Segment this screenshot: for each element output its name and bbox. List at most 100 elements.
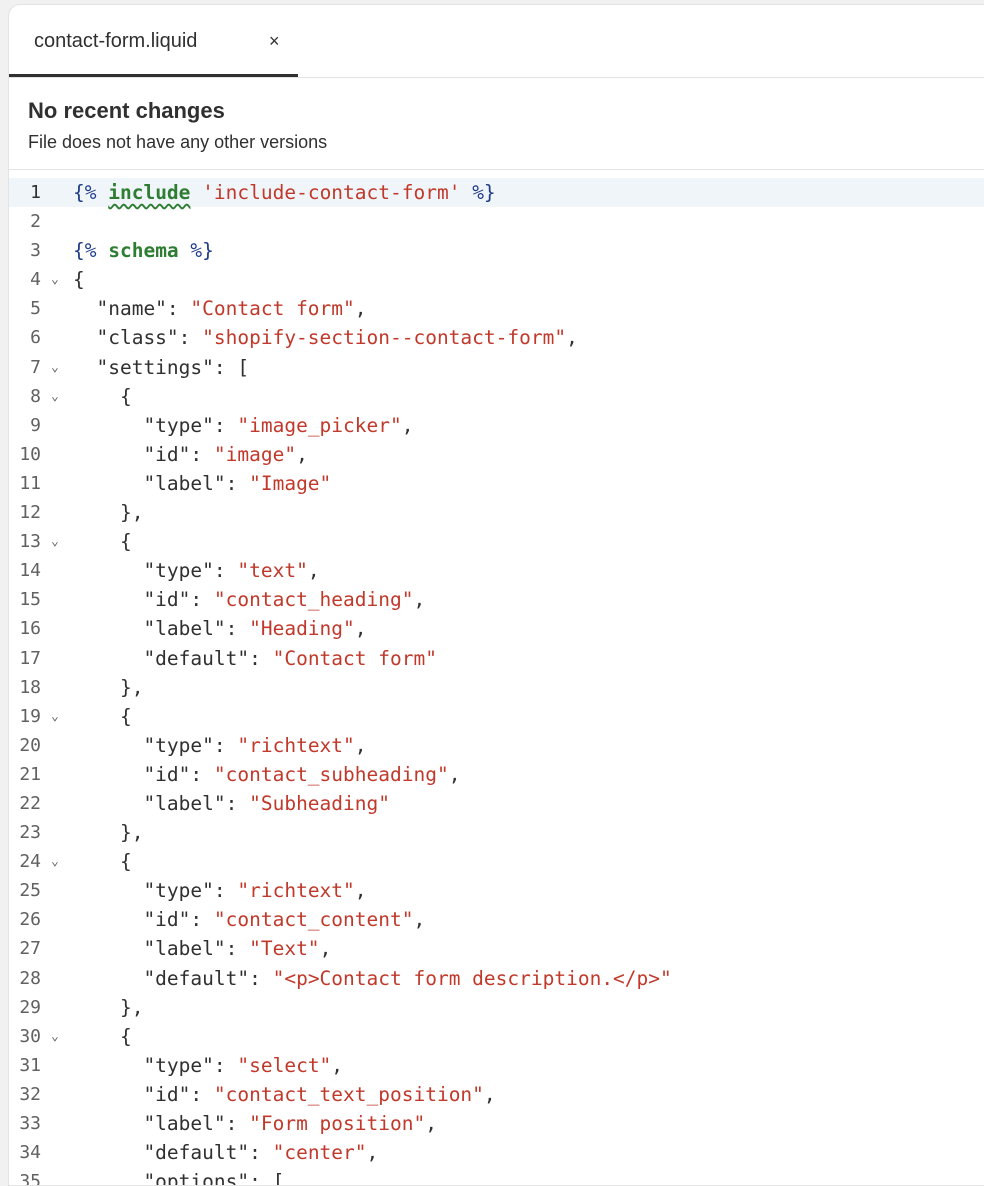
close-icon[interactable]: × — [269, 31, 280, 52]
fold-chevron-icon[interactable]: ⌄ — [51, 527, 59, 556]
code-token: "Heading" — [249, 617, 355, 641]
code-editor[interactable]: 1 {% include 'include-contact-form' %} 2 3{… — [9, 170, 984, 1185]
line-number: 19 — [19, 705, 41, 727]
code-token: }, — [73, 995, 144, 1019]
code-token: schema — [108, 239, 179, 263]
code-token: , — [354, 879, 367, 903]
code-token: "default": — [73, 966, 273, 990]
code-line[interactable]: 16 "label": "Heading", — [9, 614, 984, 644]
line-number: 33 — [19, 1113, 41, 1134]
line-number: 21 — [19, 763, 41, 785]
fold-chevron-icon[interactable]: ⌄ — [51, 353, 59, 382]
code-token: "id": — [73, 762, 214, 786]
code-text: { — [73, 1022, 132, 1051]
line-number: 16 — [19, 618, 41, 640]
code-text: { — [73, 527, 132, 556]
code-line[interactable]: 26 "id": "contact_content", — [9, 905, 984, 935]
line-gutter: 29 — [9, 992, 65, 1022]
code-line[interactable]: 32 "id": "contact_text_position", — [9, 1079, 984, 1109]
code-token: , — [319, 937, 332, 961]
code-line[interactable]: 25 "type": "richtext", — [9, 876, 984, 906]
code-text: "default": "center", — [73, 1138, 378, 1167]
code-line[interactable]: 22 "label": "Subheading" — [9, 788, 984, 819]
code-line[interactable]: 30 ⌄ { — [9, 1021, 984, 1051]
line-number: 12 — [19, 502, 41, 524]
line-gutter: 23 — [9, 818, 65, 848]
code-line[interactable]: 13 ⌄ { — [9, 527, 984, 557]
code-text: { — [73, 847, 132, 876]
code-token: "label": — [73, 1112, 250, 1135]
code-token: "Contact form" — [190, 297, 355, 321]
code-token: "type": — [73, 1053, 238, 1077]
fold-chevron-icon[interactable]: ⌄ — [51, 265, 59, 294]
code-line[interactable]: 27 "label": "Text", — [9, 934, 984, 964]
line-number: 22 — [19, 792, 41, 814]
code-line[interactable]: 23 }, — [9, 818, 984, 848]
code-line[interactable]: 29 }, — [9, 992, 984, 1022]
code-text: "label": "Form position", — [73, 1109, 437, 1138]
code-line[interactable]: 20 "type": "richtext", — [9, 730, 984, 760]
code-line[interactable]: 6 "class": "shopify-section--contact-for… — [9, 323, 984, 353]
line-number: 23 — [19, 822, 41, 844]
code-line[interactable]: 11 "label": "Image" — [9, 468, 984, 499]
code-token: }, — [73, 501, 144, 525]
code-line[interactable]: 28 "default": "<p>Contact form descripti… — [9, 963, 984, 993]
code-line[interactable]: 4 ⌄{ — [9, 265, 984, 295]
code-line[interactable]: 19 ⌄ { — [9, 701, 984, 731]
line-gutter: 31 — [9, 1050, 65, 1080]
code-line[interactable]: 8 ⌄ { — [9, 381, 984, 411]
code-text: "class": "shopify-section--contact-form"… — [73, 323, 577, 352]
code-line[interactable]: 10 "id": "image", — [9, 439, 984, 469]
code-line[interactable]: 35 "options": [ — [9, 1167, 984, 1185]
line-gutter: 18 — [9, 672, 65, 702]
code-line[interactable]: 1 {% include 'include-contact-form' %} — [9, 178, 984, 208]
tab-label: contact-form.liquid — [34, 30, 198, 52]
code-line[interactable]: 14 "type": "text", — [9, 556, 984, 586]
fold-chevron-icon[interactable]: ⌄ — [51, 382, 59, 411]
code-line[interactable]: 15 "id": "contact_heading", — [9, 585, 984, 615]
line-gutter: 26 — [9, 905, 65, 935]
code-line[interactable]: 9 "type": "image_picker", — [9, 410, 984, 440]
code-line[interactable]: 31 "type": "select", — [9, 1050, 984, 1080]
code-token: "richtext" — [237, 733, 355, 757]
fold-chevron-icon[interactable]: ⌄ — [51, 847, 59, 876]
code-line[interactable]: 33 "label": "Form position", — [9, 1109, 984, 1139]
code-token: "settings": [ — [73, 355, 250, 379]
code-text: "id": "contact_text_position", — [73, 1080, 495, 1109]
code-line[interactable]: 5 "name": "Contact form", — [9, 294, 984, 324]
fold-chevron-icon[interactable]: ⌄ — [51, 702, 59, 731]
code-line[interactable]: 21 "id": "contact_subheading", — [9, 759, 984, 789]
code-text: "id": "contact_subheading", — [73, 760, 460, 789]
code-line[interactable]: 3 {% schema %} — [9, 236, 984, 266]
code-token: "Subheading" — [249, 791, 390, 815]
code-token: "id": — [73, 442, 214, 466]
code-token: "label": — [73, 617, 250, 641]
code-text: {% include 'include-contact-form' %} — [73, 178, 496, 207]
line-number: 18 — [19, 676, 41, 698]
code-token: {% — [73, 181, 109, 204]
code-token: { — [73, 530, 132, 554]
code-line[interactable]: 2 — [9, 207, 984, 237]
code-line[interactable]: 18 }, — [9, 672, 984, 702]
code-token: {% — [73, 239, 109, 263]
line-number: 20 — [19, 734, 41, 756]
line-number: 28 — [19, 967, 41, 989]
code-line[interactable]: 24 ⌄ { — [9, 847, 984, 877]
code-text: "name": "Contact form", — [73, 294, 367, 323]
code-token: "<p>Contact form description.</p>" — [272, 966, 672, 990]
code-token: , — [354, 297, 367, 321]
line-number: 8 — [30, 385, 41, 407]
line-gutter: 27 — [9, 934, 65, 964]
line-gutter: 20 — [9, 730, 65, 760]
line-gutter: 33 — [9, 1109, 65, 1139]
code-line[interactable]: 12 }, — [9, 498, 984, 528]
tab-contact-form[interactable]: contact-form.liquid × — [9, 5, 298, 77]
code-text: "default": "<p>Contact form description.… — [73, 964, 672, 993]
line-gutter: 19 ⌄ — [9, 701, 65, 731]
code-line[interactable]: 34 "default": "center", — [9, 1138, 984, 1168]
fold-chevron-icon[interactable]: ⌄ — [51, 1022, 59, 1051]
code-line[interactable]: 17 "default": "Contact form" — [9, 643, 984, 673]
code-line[interactable]: 7 ⌄ "settings": [ — [9, 352, 984, 382]
code-token: , — [354, 733, 367, 757]
line-gutter: 34 — [9, 1138, 65, 1168]
